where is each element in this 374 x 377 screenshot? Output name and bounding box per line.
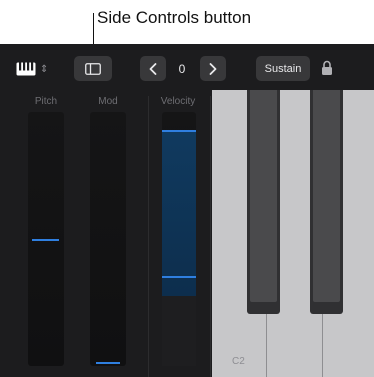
mod-label: Mod bbox=[98, 96, 118, 107]
velocity-lower-area bbox=[162, 296, 196, 366]
pitch-label: Pitch bbox=[34, 96, 58, 107]
octave-value: 0 bbox=[178, 61, 186, 76]
chevron-left-icon bbox=[149, 62, 157, 75]
pitch-indicator bbox=[32, 239, 59, 241]
black-key[interactable] bbox=[310, 90, 343, 314]
octave-up-button[interactable] bbox=[200, 56, 226, 81]
callout-label: Side Controls button bbox=[97, 8, 252, 27]
lock-button[interactable] bbox=[321, 60, 333, 76]
velocity-label: Velocity bbox=[160, 96, 196, 107]
lock-icon bbox=[322, 60, 332, 75]
octave-down-button[interactable] bbox=[140, 56, 166, 81]
toolbar: ⇕ 0 Sustain bbox=[0, 44, 374, 90]
up-down-chevron-icon: ⇕ bbox=[40, 63, 49, 75]
sidebar-icon bbox=[85, 62, 101, 75]
black-key-face bbox=[250, 90, 277, 302]
mod-indicator bbox=[96, 362, 120, 364]
mod-strip[interactable] bbox=[90, 112, 126, 366]
octave-label-c2: C2 bbox=[232, 356, 245, 367]
piano-keyboard[interactable] bbox=[212, 90, 374, 377]
velocity-max-handle[interactable] bbox=[162, 130, 196, 132]
strip-divider bbox=[210, 96, 211, 377]
velocity-min-handle[interactable] bbox=[162, 276, 196, 278]
black-key[interactable] bbox=[247, 90, 280, 314]
strip-divider bbox=[148, 96, 149, 377]
sustain-button[interactable]: Sustain bbox=[256, 56, 310, 81]
black-key-face bbox=[313, 90, 340, 302]
side-controls-button[interactable] bbox=[74, 56, 112, 81]
chevron-right-icon bbox=[209, 62, 217, 75]
keyboard-mode-button[interactable]: ⇕ bbox=[16, 61, 56, 77]
piano-keys-icon bbox=[16, 62, 36, 76]
velocity-range-fill bbox=[162, 130, 196, 296]
